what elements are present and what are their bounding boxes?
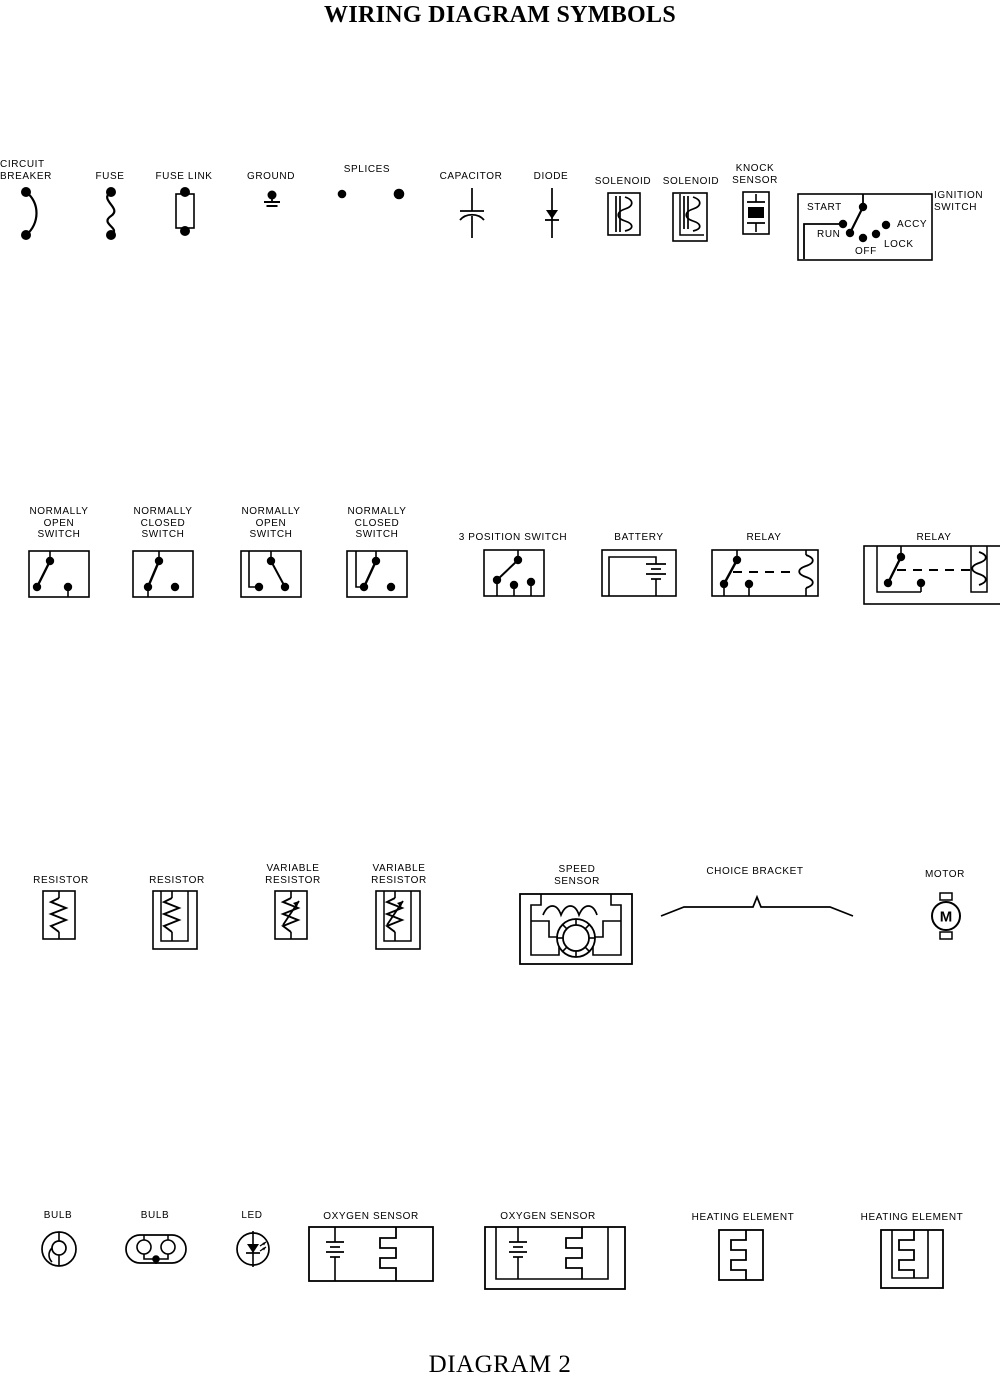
relay-2-label: RELAY [916, 532, 952, 543]
normally-closed-switch-2-label: NORMALLY CLOSED SWITCH [347, 506, 407, 540]
solenoid-b-symbol [670, 191, 714, 247]
normally-closed-switch-1-symbol [132, 544, 194, 600]
battery-symbol [601, 546, 677, 600]
speed-sensor-symbol [519, 893, 633, 965]
oxygen-sensor-2-symbol [484, 1226, 626, 1290]
page-footer: DIAGRAM 2 [428, 1351, 572, 1378]
speed-sensor-label: SPEED SENSOR [554, 864, 600, 887]
relay-1-label: RELAY [746, 532, 782, 543]
led-symbol [234, 1228, 272, 1270]
three-position-switch-label: 3 POSITION SWITCH [458, 532, 568, 543]
motor-glyph: M [940, 909, 953, 926]
diagram-page: WIRING DIAGRAM SYMBOLS CIRCUIT BREAKER F… [0, 0, 1000, 1387]
heating-element-1-label: HEATING ELEMENT [691, 1212, 795, 1223]
bulb-2-symbol [124, 1230, 188, 1268]
splices-label: SPLICES [343, 164, 391, 175]
knock-sensor-symbol [738, 190, 774, 236]
resistor-2-label: RESISTOR [149, 875, 205, 886]
oxygen-sensor-2-label: OXYGEN SENSOR [500, 1211, 596, 1222]
capacitor-symbol [456, 186, 488, 242]
normally-open-switch-1-symbol [28, 544, 90, 600]
solenoid-a-symbol [605, 191, 645, 239]
variable-resistor-1-symbol [274, 890, 312, 942]
relay-1-symbol [711, 546, 819, 600]
variable-resistor-2-symbol [375, 890, 425, 952]
variable-resistor-1-label: VARIABLE RESISTOR [265, 863, 321, 886]
normally-open-switch-1-label: NORMALLY OPEN SWITCH [29, 506, 89, 540]
ignition-position-accy: ACCY [897, 219, 928, 230]
fuse-symbol [95, 186, 135, 242]
ignition-position-run: RUN [817, 229, 841, 240]
choice-bracket-symbol [660, 894, 854, 920]
variable-resistor-2-label: VARIABLE RESISTOR [371, 863, 427, 886]
motor-label: MOTOR [924, 869, 966, 880]
page-title: WIRING DIAGRAM SYMBOLS [324, 2, 676, 28]
led-label: LED [241, 1210, 263, 1221]
normally-closed-switch-1-label: NORMALLY CLOSED SWITCH [133, 506, 193, 540]
heating-element-2-label: HEATING ELEMENT [860, 1212, 964, 1223]
resistor-1-label: RESISTOR [33, 875, 89, 886]
battery-label: BATTERY [614, 532, 664, 543]
ignition-switch-label: IGNITION SWITCH [934, 190, 984, 213]
normally-closed-switch-2-symbol [346, 544, 408, 600]
oxygen-sensor-1-label: OXYGEN SENSOR [323, 1211, 419, 1222]
ignition-position-off: OFF [855, 246, 877, 257]
three-position-switch-symbol [483, 546, 545, 600]
ground-label: GROUND [246, 171, 296, 182]
choice-bracket-label: CHOICE BRACKET [706, 866, 804, 877]
ignition-position-start: START [807, 202, 842, 213]
oxygen-sensor-1-symbol [308, 1226, 434, 1282]
circuit-breaker-symbol [10, 186, 50, 242]
resistor-1-symbol [42, 890, 80, 942]
knock-sensor-label: KNOCK SENSOR [732, 163, 778, 186]
splices-symbol [325, 186, 415, 206]
ignition-position-lock: LOCK [884, 239, 914, 250]
motor-symbol: M [927, 892, 965, 940]
relay-2-symbol [863, 544, 1000, 606]
ground-symbol [255, 190, 289, 218]
resistor-2-symbol [152, 890, 202, 952]
normally-open-switch-2-label: NORMALLY OPEN SWITCH [241, 506, 301, 540]
normally-open-switch-2-symbol [240, 544, 302, 600]
heating-element-1-symbol [718, 1229, 768, 1281]
bulb-2-label: BULB [140, 1210, 170, 1221]
circuit-breaker-label: CIRCUIT BREAKER [0, 159, 52, 182]
bulb-1-label: BULB [43, 1210, 73, 1221]
fuse-link-label: FUSE LINK [155, 171, 213, 182]
diode-symbol [536, 186, 568, 242]
bulb-1-symbol [38, 1228, 80, 1270]
heating-element-2-symbol [880, 1229, 944, 1291]
fuse-link-symbol [168, 186, 208, 242]
